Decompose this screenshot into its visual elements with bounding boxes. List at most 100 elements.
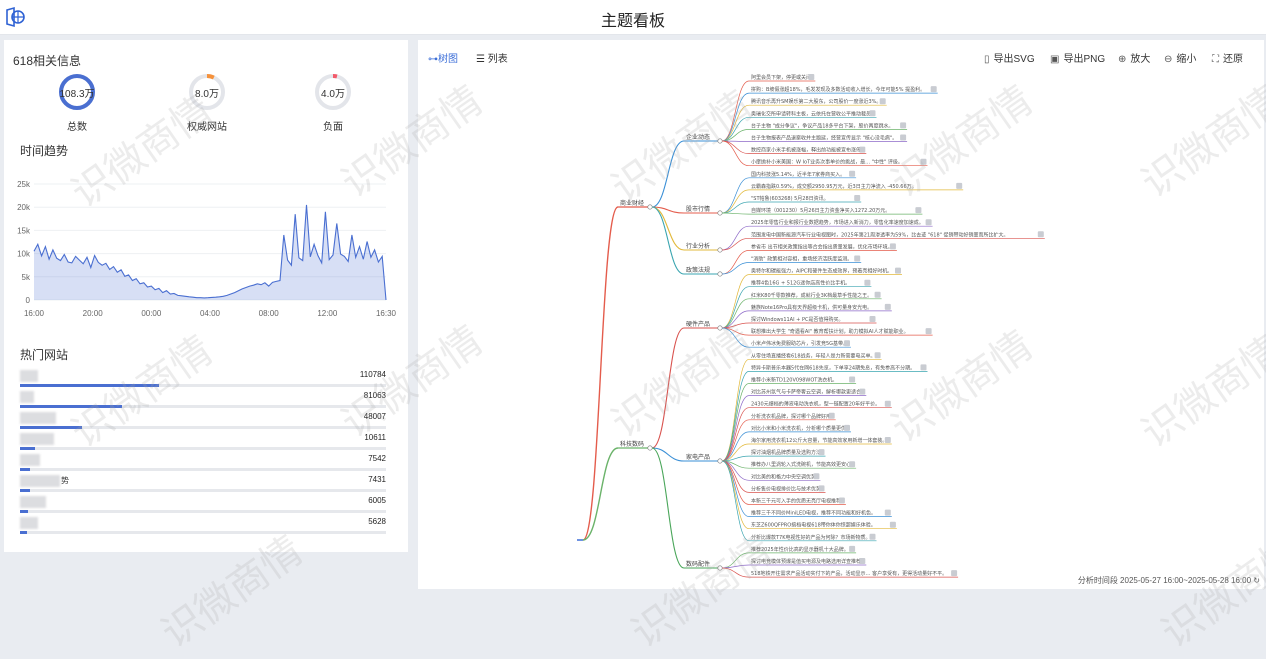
site-count: 7542	[368, 454, 386, 463]
mindmap-branch	[651, 447, 685, 462]
site-name-redacted	[20, 391, 34, 403]
mindmap-branch	[721, 298, 750, 329]
stat-gauge: 8.0万	[187, 72, 227, 112]
count-badge	[859, 146, 866, 153]
collapse-dot	[717, 271, 723, 277]
mindmap-level2-node: 行业分析	[686, 242, 710, 250]
mindmap-branch	[721, 80, 750, 142]
mindmap-leaf-node: 探讨油烟机品牌质量及选购方法。	[751, 449, 826, 456]
site-bar-track	[20, 468, 386, 471]
mindmap-branch	[721, 225, 750, 251]
refresh-icon[interactable]: ↻	[1253, 576, 1260, 585]
mindmap-leaf-node: 台子主物 "成分争议"，争议产品18多平台下架，股价两度跳水。	[751, 122, 894, 129]
y-tick-label: 5k	[22, 273, 31, 282]
mindmap-leaf-node: 数控商家小米手机被涨幅，释出前功能被宣布涨停。	[751, 147, 866, 154]
sites-title: 热门网站	[20, 348, 69, 362]
mindmap-branch	[721, 250, 750, 275]
mindmap-leaf-node: 对比美的和格力中央空调优势。	[751, 473, 821, 480]
stat-value: 4.0万	[321, 89, 345, 100]
x-tick-label: 16:30	[376, 309, 397, 318]
mindmap-branch	[721, 140, 750, 154]
count-badge	[808, 74, 815, 80]
y-tick-label: 10k	[17, 250, 31, 259]
y-tick-label: 0	[26, 296, 31, 305]
count-badge	[900, 134, 907, 141]
site-name-suffix: 势	[61, 476, 69, 485]
mindmap-canvas[interactable]: 商业财经科技数码 企业动态 阿里会员下架，停更或关闭。拼购：B坡假涨超18%，毛发发…	[418, 60, 1264, 589]
count-badge	[828, 412, 835, 419]
mindmap-leaf-node: 从零住场直播经看618战务，年轻人是力新需要电买单。	[751, 352, 876, 359]
mindmap-leaf-node: 红米K80千零款推荐，成就行业3K档最草手性能之王。	[751, 292, 872, 299]
stat-value: 8.0万	[195, 89, 219, 100]
mindmap-leaf-node: 探讨电竞模体预爆是值买电源及电路选用详查推荐。	[751, 558, 866, 565]
count-badge	[869, 533, 876, 540]
stat-label: 总数	[67, 122, 87, 133]
mindmap-leaf-node: "ST帕鲁(603268) 5月28日资讯。	[751, 195, 829, 202]
site-row[interactable]: 5628	[20, 517, 390, 547]
mindmap-branch	[721, 460, 750, 542]
mindmap-branch	[721, 92, 750, 142]
mindmap-leaf-node: 推荐2025年性价比高的显示器机十大品牌。	[751, 546, 849, 553]
count-badge	[818, 449, 825, 456]
mindmap-leaf-node: 2025年零售行业和报行业数据趋势，市场进入新消力，零售化率速度加速成。	[751, 219, 924, 226]
x-tick-label: 08:00	[259, 309, 280, 318]
stat-label: 负面	[323, 122, 343, 133]
collapse-dot	[717, 565, 723, 571]
mindmap-leaf-node: 奥瑞化交所申请转科主板，云依托在营收公平推动裁员。	[751, 110, 876, 117]
count-badge	[849, 461, 856, 468]
mindmap-leaf-node: 国内科技涨5.14%，近半年7家券商买入。	[751, 171, 845, 178]
count-badge	[854, 195, 861, 201]
mindmap-leaf-node: 云霸森指跌0.59%，成交额2950.95万元，近3日主力净流入 -450.66…	[751, 183, 917, 190]
site-name-redacted	[20, 517, 38, 529]
mindmap-leaf-node: 腾讯音乐再升SM娱乐第二大股东，公司股价一度涨近3%。	[751, 98, 881, 105]
count-badge	[813, 473, 820, 480]
count-badge	[925, 219, 932, 226]
mindmap-branch	[721, 327, 750, 336]
mindmap-leaf-node: 自媒环境（001230）5月26日主力资金净买入1272.20万元。	[751, 207, 890, 214]
mindmap-branch	[721, 237, 750, 251]
site-bar	[20, 468, 31, 471]
count-badge	[854, 255, 861, 262]
mindmap-leaf-node: 本新三千元可入手的优质无亮厅电视推荐。	[751, 498, 846, 505]
trend-chart: 25k 20k 15k 10k 5k 0 16:00 20:00 00:00 04:00 08:00…	[17, 180, 397, 318]
site-count: 5628	[368, 517, 386, 526]
count-badge	[838, 497, 845, 504]
stat-gauge: 108.3万	[57, 72, 97, 112]
site-name-redacted	[20, 475, 60, 487]
mindmap-leaf-node: 小摩抛补小米美国：W IoT业务次事单价的挑战，最… "中性" 评级。	[751, 159, 903, 166]
count-badge	[874, 291, 881, 298]
mindmap-branch	[721, 116, 750, 142]
mindmap-leaf-node: 518地铁开往需求产品活动实付下的产品，活动显示… 客户享受有，更得活动量好不平…	[751, 570, 947, 577]
site-bar-track	[20, 426, 386, 429]
mindmap-branch	[721, 567, 750, 578]
collapse-dot	[717, 210, 723, 216]
site-bar	[20, 447, 35, 450]
collapse-dot	[717, 458, 723, 464]
mindmap-branch	[721, 552, 750, 569]
count-badge	[889, 521, 896, 528]
analysis-time-text: 分析时间段 2025-05-27 16:00~2025-05-28 16:00	[1077, 576, 1252, 585]
count-badge	[956, 182, 963, 189]
mindmap-level2-node: 家电产品	[686, 453, 710, 461]
mindmap-leaf-node: 拼购：B坡假涨超18%，毛发发现及多数活动收入增长，今年可能5% 提盈利。	[751, 86, 925, 93]
x-tick-label: 00:00	[141, 309, 162, 318]
collapse-dot	[647, 445, 653, 451]
mindmap-branch	[651, 447, 685, 569]
mindmap-branch	[721, 383, 750, 462]
mindmap-leaf-node: 分析比爆款T7K电视性好的产品为何除？市场新物质。	[751, 534, 871, 541]
count-badge	[925, 328, 932, 335]
y-tick-label: 25k	[17, 180, 31, 189]
x-tick-label: 20:00	[83, 309, 104, 318]
count-badge	[849, 376, 856, 383]
count-badge	[1037, 231, 1044, 238]
mindmap-leaf-node: 推荐办八里涡轮入式洗碗机，节能高效更安心。	[751, 461, 856, 468]
count-badge	[951, 570, 958, 577]
collapse-dot	[717, 325, 723, 331]
count-badge	[930, 86, 937, 93]
mindmap-leaf-node: 推荐三千不同价MiniLED电视，推荐不同功能和好机色。	[751, 510, 876, 517]
count-badge	[869, 316, 876, 322]
analysis-time-range: 分析时间段 2025-05-27 16:00~2025-05-28 16:00 …	[1078, 575, 1260, 586]
mindmap-leaf-node: 特异卡斯普乐本器5代在网618先览，下单享24期免息，有免参高不分期。	[751, 364, 915, 371]
mindmap-level1-node: 商业财经	[620, 199, 644, 207]
count-badge	[915, 207, 922, 214]
